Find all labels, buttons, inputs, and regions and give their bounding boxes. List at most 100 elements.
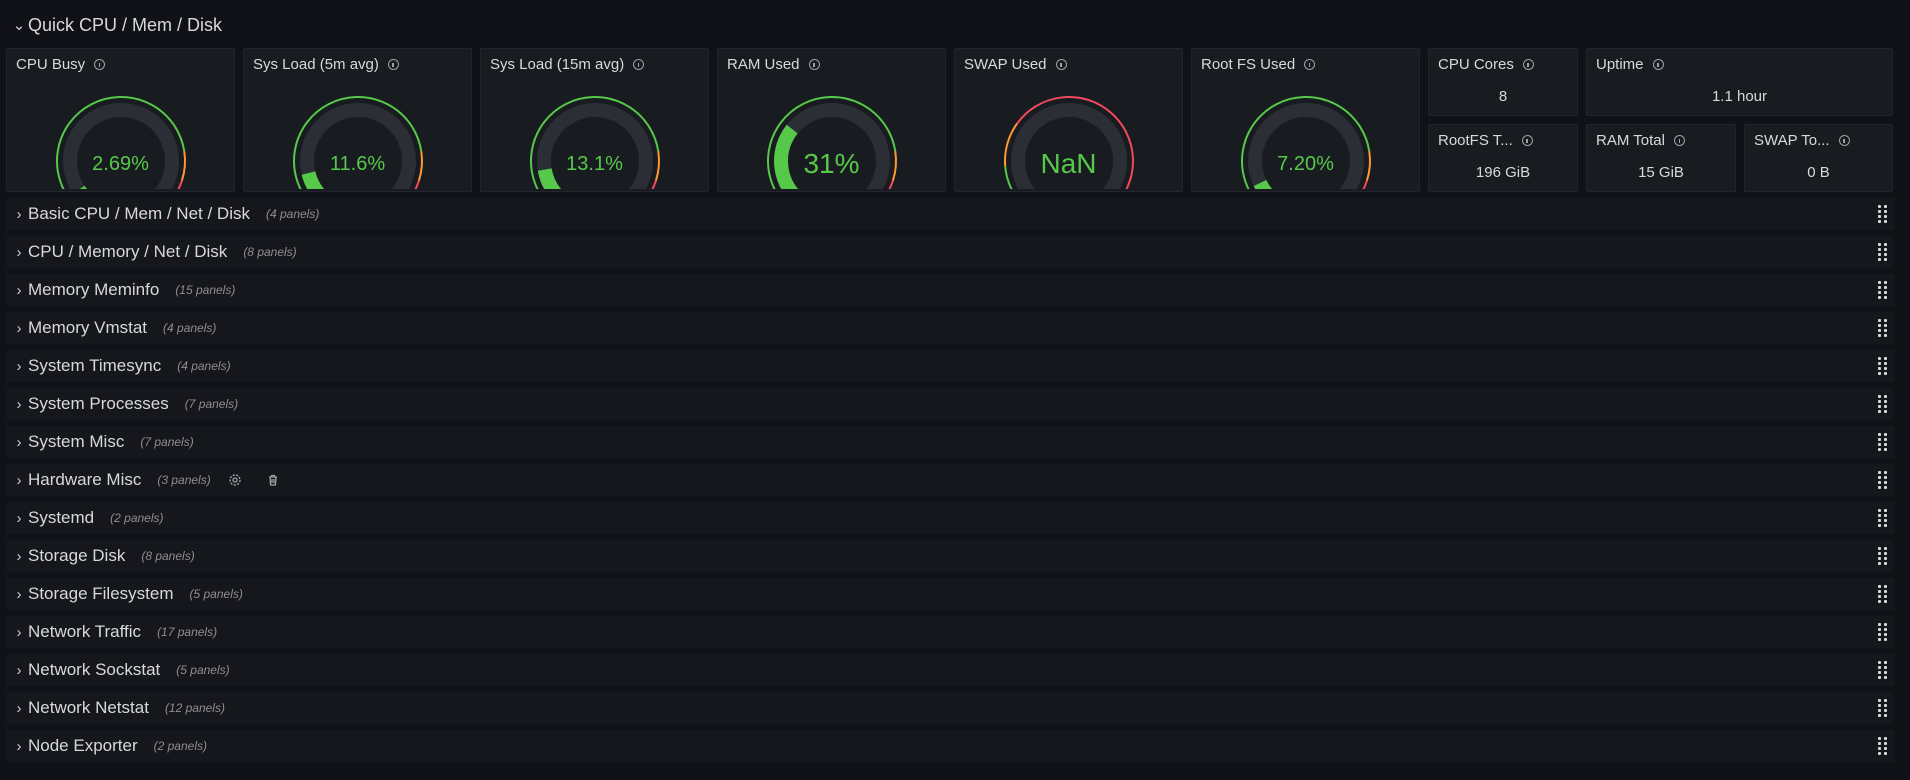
- row-title: Node Exporter: [28, 736, 138, 755]
- row-panel-count: (2 panels): [153, 739, 207, 753]
- dashboard-row[interactable]: › System Processes (7 panels): [6, 388, 1894, 420]
- row-title: System Timesync: [28, 356, 162, 375]
- dashboard-row[interactable]: › Memory Vmstat (4 panels): [6, 312, 1894, 344]
- row-title: Memory Meminfo: [28, 280, 160, 299]
- panel-ram-used[interactable]: RAM Used 31%: [717, 48, 946, 192]
- panel-title: RAM Total: [1596, 132, 1665, 149]
- panel-title: CPU Busy: [16, 56, 86, 73]
- gauge-value: 11.6%: [329, 153, 386, 175]
- panel-ram-total[interactable]: RAM Total 15 GiB: [1586, 124, 1736, 192]
- panel-title: SWAP Used: [964, 56, 1047, 73]
- panel-sys-load-5m[interactable]: Sys Load (5m avg) 11.6%: [243, 48, 472, 192]
- chevron-right-icon: ›: [16, 319, 22, 337]
- dashboard-row[interactable]: › Network Traffic (17 panels): [6, 616, 1894, 648]
- gauge-track: [1247, 103, 1364, 189]
- gauge-value: 7.20%: [1277, 153, 1334, 175]
- drag-handle-icon[interactable]: [1878, 661, 1888, 679]
- drag-handle-icon[interactable]: [1878, 737, 1888, 755]
- info-icon[interactable]: [1652, 59, 1664, 70]
- chevron-right-icon: ›: [16, 547, 22, 565]
- panel-root-fs-used[interactable]: Root FS Used 7.20%: [1191, 48, 1420, 192]
- drag-handle-icon[interactable]: [1878, 243, 1888, 261]
- drag-handle-icon[interactable]: [1878, 433, 1888, 451]
- drag-handle-icon[interactable]: [1878, 205, 1888, 223]
- chevron-right-icon: ›: [16, 433, 22, 451]
- dashboard-row[interactable]: › System Timesync (4 panels): [6, 350, 1894, 382]
- row-title: Systemd: [28, 508, 95, 527]
- drag-handle-icon[interactable]: [1878, 319, 1888, 337]
- dashboard-row[interactable]: › Node Exporter (2 panels): [6, 730, 1894, 762]
- dashboard-row[interactable]: › System Misc (7 panels): [6, 426, 1894, 458]
- stat-value: 1.1 hour: [1711, 88, 1768, 105]
- drag-handle-icon[interactable]: [1878, 471, 1888, 489]
- row-panel-count: (7 panels): [140, 435, 194, 449]
- info-icon[interactable]: [387, 59, 399, 70]
- drag-handle-icon[interactable]: [1878, 281, 1888, 299]
- chevron-right-icon: ›: [16, 509, 22, 527]
- dashboard-row[interactable]: › Storage Filesystem (5 panels): [6, 578, 1894, 610]
- info-icon[interactable]: [1673, 135, 1685, 146]
- panel-header: RAM Used: [727, 56, 820, 73]
- row-quick-cpu-mem-disk[interactable]: ⌄ Quick CPU / Mem / Disk: [6, 8, 1906, 42]
- stat-value: 8: [1498, 88, 1508, 105]
- drag-handle-icon[interactable]: [1878, 509, 1888, 527]
- drag-handle-icon[interactable]: [1878, 547, 1888, 565]
- info-icon[interactable]: [1521, 135, 1533, 146]
- drag-handle-icon[interactable]: [1878, 699, 1888, 717]
- chevron-right-icon: ›: [16, 357, 22, 375]
- dashboard-row[interactable]: › Memory Meminfo (15 panels): [6, 274, 1894, 306]
- drag-handle-icon[interactable]: [1878, 357, 1888, 375]
- drag-handle-icon[interactable]: [1878, 395, 1888, 413]
- dashboard-row[interactable]: › Network Netstat (12 panels): [6, 692, 1894, 724]
- dashboard-row[interactable]: › Systemd (2 panels): [6, 502, 1894, 534]
- panel-swap-used[interactable]: SWAP Used NaN: [954, 48, 1183, 192]
- panel-sys-load-15m[interactable]: Sys Load (15m avg) 13.1%: [480, 48, 709, 192]
- info-icon[interactable]: [1522, 59, 1534, 70]
- info-icon[interactable]: [633, 59, 645, 70]
- gauge-value: NaN: [1040, 148, 1097, 179]
- row-panel-count: (5 panels): [176, 663, 230, 677]
- row-title: Network Sockstat: [28, 660, 161, 679]
- info-icon[interactable]: [1055, 59, 1067, 70]
- row-title: CPU / Memory / Net / Disk: [28, 242, 228, 261]
- chevron-down-icon: ⌄: [12, 17, 26, 34]
- info-icon[interactable]: [94, 59, 106, 70]
- panel-title: Uptime: [1596, 56, 1644, 73]
- panel-header: Root FS Used: [1201, 56, 1316, 73]
- info-icon[interactable]: [808, 59, 820, 70]
- row-panel-count: (17 panels): [157, 625, 218, 639]
- chevron-right-icon: ›: [16, 699, 22, 717]
- dashboard-row[interactable]: › Hardware Misc (3 panels): [6, 464, 1894, 496]
- row-title: System Processes: [28, 394, 169, 413]
- info-icon[interactable]: [1838, 135, 1850, 146]
- row-title: Quick CPU / Mem / Disk: [28, 14, 223, 35]
- gauge-value-arc: [1253, 179, 1272, 189]
- trash-icon[interactable]: [265, 472, 281, 488]
- panel-title: RootFS T...: [1438, 132, 1513, 149]
- panel-cpu-cores[interactable]: CPU Cores 8: [1428, 48, 1578, 116]
- row-panel-count: (8 panels): [243, 245, 297, 259]
- dashboard-row[interactable]: › CPU / Memory / Net / Disk (8 panels): [6, 236, 1894, 268]
- panel-cpu-busy[interactable]: CPU Busy 2.69%: [6, 48, 235, 192]
- dashboard-row[interactable]: › Basic CPU / Mem / Net / Disk (4 panels): [6, 198, 1894, 230]
- panel-title: Sys Load (5m avg): [253, 56, 379, 73]
- panel-swap-total[interactable]: SWAP To... 0 B: [1744, 124, 1893, 192]
- panel-header: RootFS T...: [1438, 132, 1533, 149]
- gear-icon[interactable]: [227, 472, 243, 488]
- panel-header: Sys Load (15m avg): [490, 56, 645, 73]
- chevron-right-icon: ›: [16, 585, 22, 603]
- drag-handle-icon[interactable]: [1878, 623, 1888, 641]
- row-panel-count: (4 panels): [265, 207, 320, 221]
- drag-handle-icon[interactable]: [1878, 585, 1888, 603]
- chevron-right-icon: ›: [16, 737, 22, 755]
- row-panel-count: (3 panels): [157, 473, 211, 487]
- row-panel-count: (2 panels): [110, 511, 164, 525]
- info-icon[interactable]: [1304, 59, 1316, 70]
- row-title: Network Netstat: [28, 698, 149, 717]
- panel-uptime[interactable]: Uptime 1.1 hour: [1586, 48, 1893, 116]
- dashboard-row[interactable]: › Network Sockstat (5 panels): [6, 654, 1894, 686]
- chevron-right-icon: ›: [16, 281, 22, 299]
- row-title: Storage Filesystem: [28, 584, 174, 603]
- dashboard-row[interactable]: › Storage Disk (8 panels): [6, 540, 1894, 572]
- panel-rootfs-total[interactable]: RootFS T... 196 GiB: [1428, 124, 1578, 192]
